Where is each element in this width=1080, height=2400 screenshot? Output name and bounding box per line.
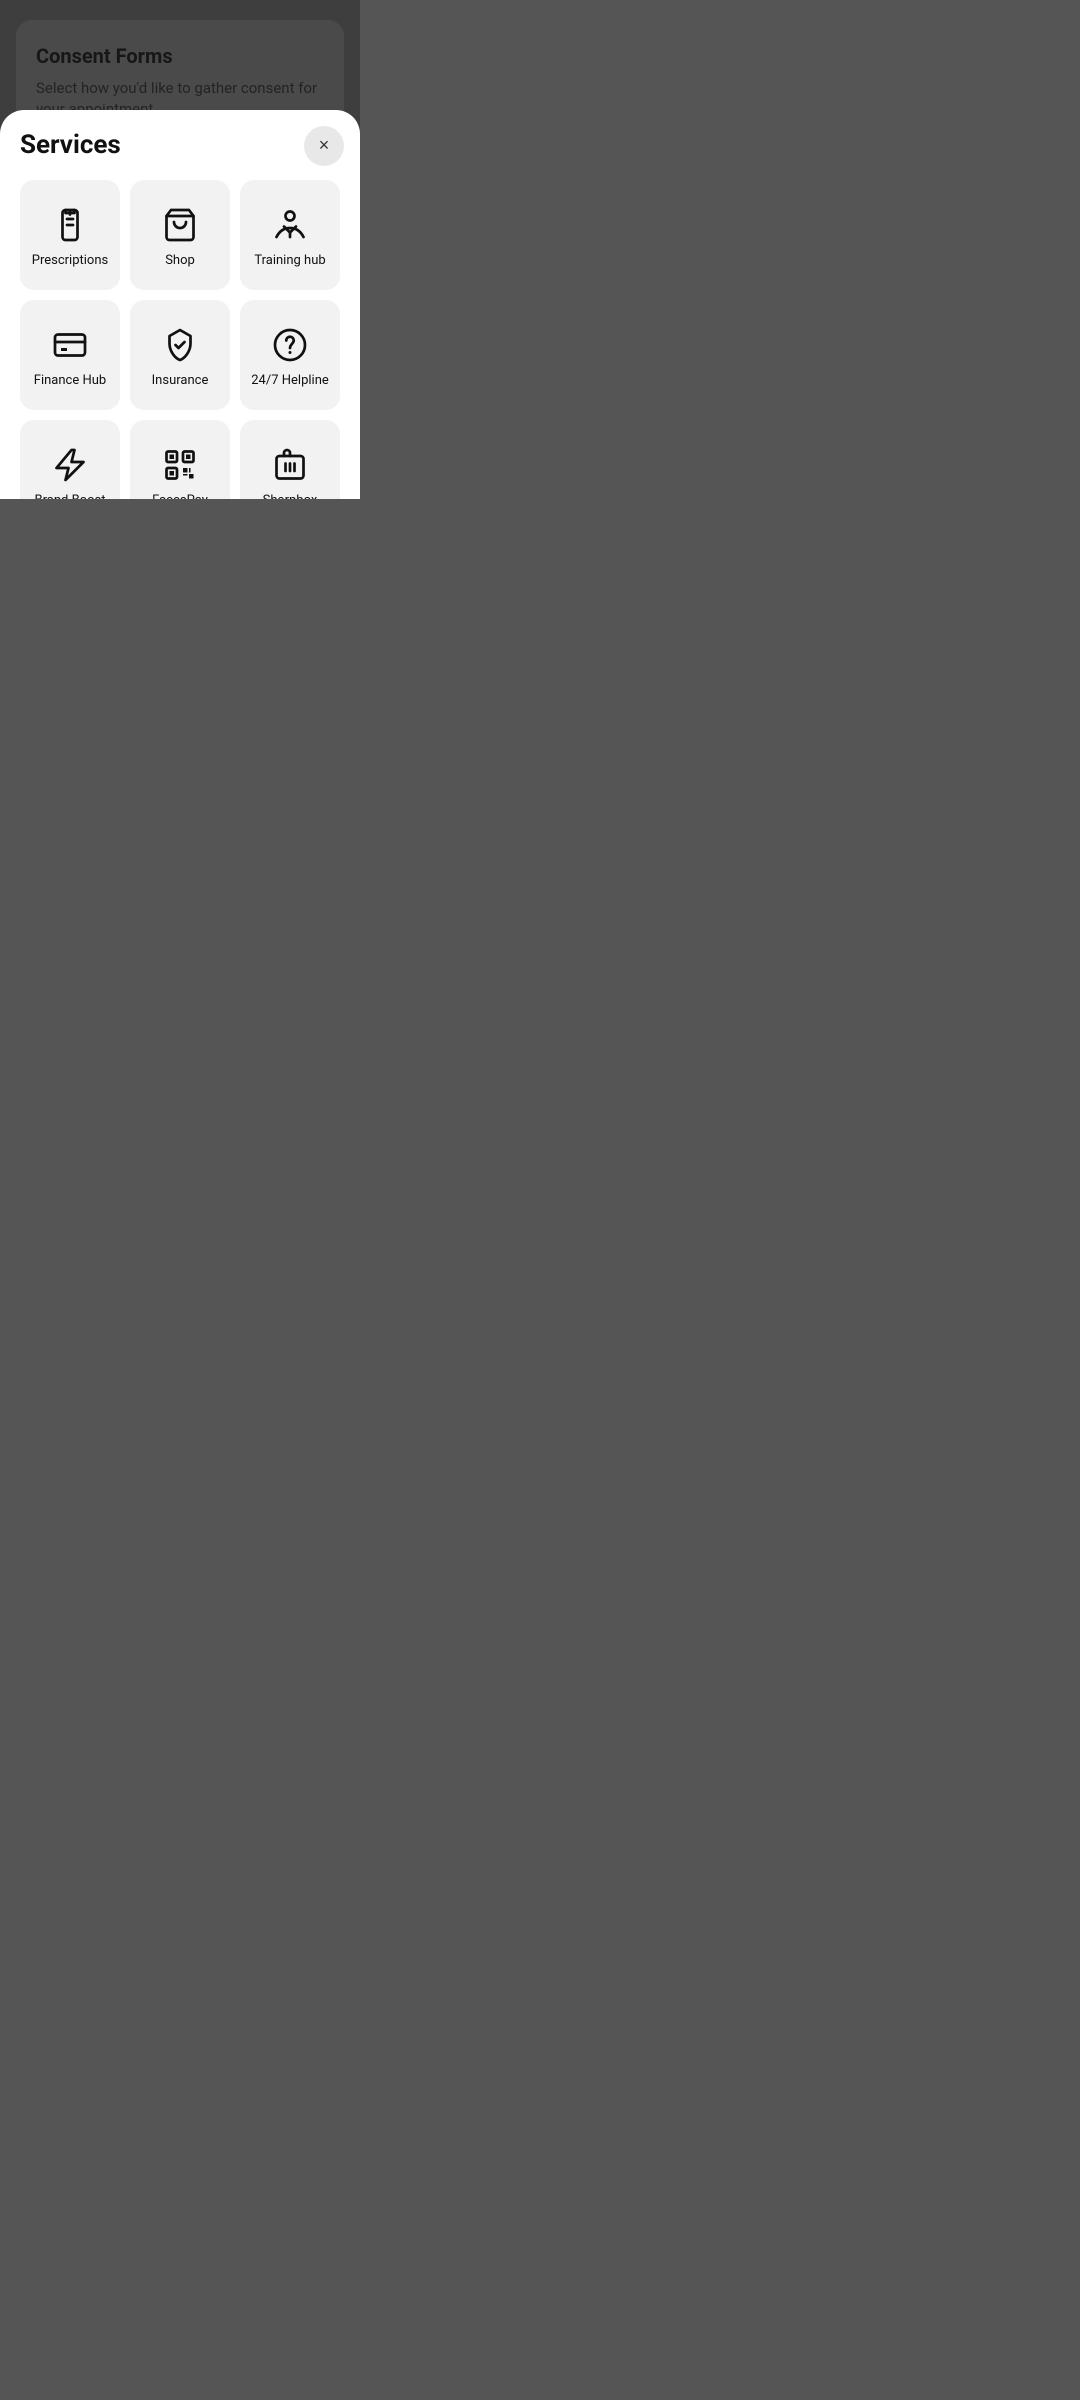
service-item-facespay[interactable]: FacesPay [130,420,230,499]
helpline-service-icon [272,327,308,363]
sharpbox-service-icon [272,447,308,483]
service-label-brand-boost: Brand Boost [35,493,106,499]
modal-sheet: × Services Prescriptions [0,110,360,499]
service-label-facespay: FacesPay [152,493,208,499]
service-label-helpline: 24/7 Helpline [251,373,329,388]
services-grid: Prescriptions Shop [20,180,340,499]
service-label-sharpbox: Sharpbox [263,493,318,499]
service-item-training[interactable]: Training hub [240,180,340,290]
prescription-service-icon [52,207,88,243]
brand-boost-service-icon [52,447,88,483]
service-label-training: Training hub [254,253,325,268]
facespay-service-icon [162,447,198,483]
modal-title: Services [20,130,340,160]
service-item-finance[interactable]: Finance Hub [20,300,120,410]
training-service-icon [272,207,308,243]
modal-close-button[interactable]: × [304,126,344,166]
finance-service-icon [52,327,88,363]
service-item-shop[interactable]: Shop [130,180,230,290]
service-item-brand-boost[interactable]: Brand Boost [20,420,120,499]
insurance-service-icon [162,327,198,363]
service-label-prescriptions: Prescriptions [32,253,108,268]
service-item-helpline[interactable]: 24/7 Helpline [240,300,340,410]
service-item-prescriptions[interactable]: Prescriptions [20,180,120,290]
modal-overlay: × Services Prescriptions [0,0,360,499]
page-wrapper: Consent Forms Select how you'd like to g… [0,0,360,499]
service-label-shop: Shop [165,253,195,268]
service-item-sharpbox[interactable]: Sharpbox [240,420,340,499]
service-label-finance: Finance Hub [34,373,106,388]
service-label-insurance: Insurance [152,373,209,388]
shop-service-icon [162,207,198,243]
service-item-insurance[interactable]: Insurance [130,300,230,410]
